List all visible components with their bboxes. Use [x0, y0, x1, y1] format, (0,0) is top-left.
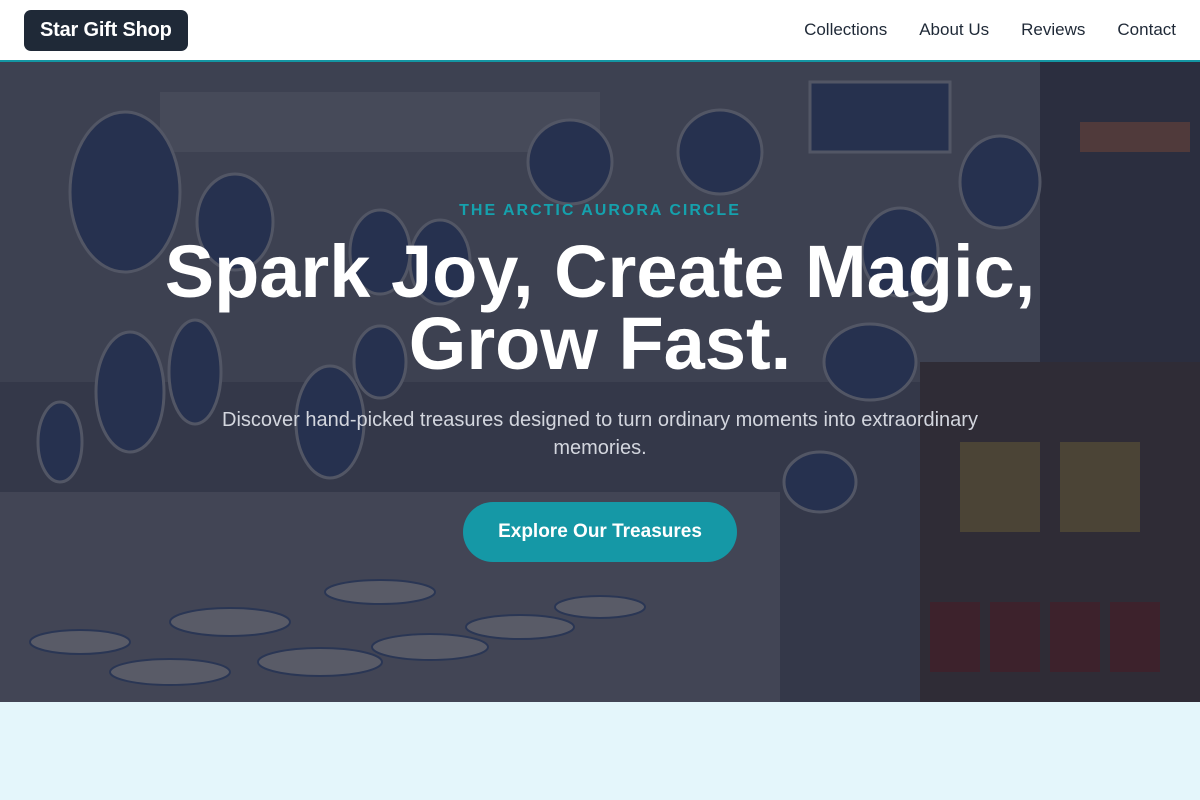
nav-link-reviews[interactable]: Reviews	[1021, 20, 1085, 40]
hero-headline: Spark Joy, Create Magic, Grow Fast.	[164, 230, 1036, 385]
nav-link-contact[interactable]: Contact	[1117, 20, 1176, 40]
brand-logo[interactable]: Star Gift Shop	[24, 9, 188, 51]
hero-content: THE ARCTIC AURORA CIRCLE Spark Joy, Crea…	[0, 62, 1200, 702]
top-navbar: Star Gift Shop Collections About Us Revi…	[0, 0, 1200, 62]
explore-treasures-button[interactable]: Explore Our Treasures	[463, 502, 737, 562]
nav-link-collections[interactable]: Collections	[804, 20, 887, 40]
next-section	[0, 702, 1200, 800]
main-nav: Collections About Us Reviews Contact	[804, 20, 1176, 40]
nav-link-about-us[interactable]: About Us	[919, 20, 989, 40]
hero-subtext: Discover hand-picked treasures designed …	[222, 409, 978, 459]
hero-eyebrow: THE ARCTIC AURORA CIRCLE	[459, 202, 741, 219]
hero-section: THE ARCTIC AURORA CIRCLE Spark Joy, Crea…	[0, 62, 1200, 702]
